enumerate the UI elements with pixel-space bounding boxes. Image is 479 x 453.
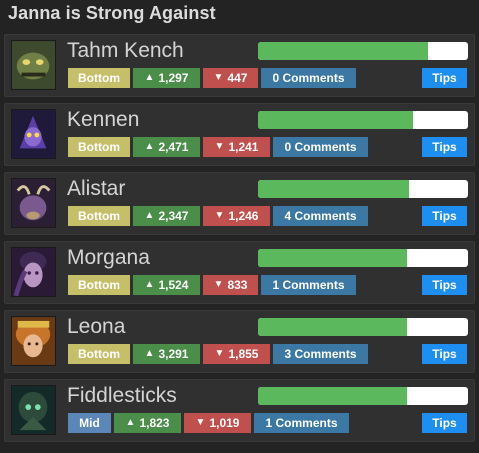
downvote-count: 1,241: [228, 140, 259, 154]
lane-badge[interactable]: Bottom: [68, 344, 130, 364]
rating-bar-fill: [258, 180, 410, 198]
rating-bar: [258, 42, 468, 60]
lane-label: Bottom: [78, 278, 120, 292]
rating-bar-fill: [258, 387, 408, 405]
upvote-count: 2,471: [158, 140, 189, 154]
champion-name[interactable]: Kennen: [67, 108, 139, 132]
rating-bar-fill: [258, 318, 408, 336]
lane-label: Bottom: [78, 71, 120, 85]
chevron-up-icon: ▲: [144, 72, 155, 83]
upvote-button[interactable]: ▲ 1,297: [133, 68, 200, 88]
lane-badge[interactable]: Bottom: [68, 137, 130, 157]
upvote-count: 1,823: [139, 416, 170, 430]
chevron-up-icon: ▲: [144, 348, 155, 359]
chevron-down-icon: ▼: [214, 348, 225, 359]
counter-card: Tahm Kench Bottom ▲ 1,297 ▼ 447 0 Comments…: [4, 34, 475, 97]
downvote-button[interactable]: ▼ 447: [203, 68, 258, 88]
chevron-down-icon: ▼: [214, 210, 225, 221]
tips-button[interactable]: Tips: [422, 206, 467, 226]
downvote-button[interactable]: ▼ 1,241: [203, 137, 270, 157]
comments-button[interactable]: 1 Comments: [254, 413, 349, 433]
downvote-button[interactable]: ▼ 1,246: [203, 206, 270, 226]
lane-badge[interactable]: Mid: [68, 413, 111, 433]
counter-card: Alistar Bottom ▲ 2,347 ▼ 1,246 4 Comments …: [4, 172, 475, 235]
downvote-button[interactable]: ▼ 833: [203, 275, 258, 295]
upvote-button[interactable]: ▲ 2,347: [133, 206, 200, 226]
champion-portrait[interactable]: [11, 385, 56, 435]
tips-button[interactable]: Tips: [422, 413, 467, 433]
champion-portrait[interactable]: [11, 316, 56, 366]
rating-bar: [258, 111, 468, 129]
champion-portrait[interactable]: [11, 178, 56, 228]
rating-bar: [258, 249, 468, 267]
upvote-count: 2,347: [158, 209, 189, 223]
champion-name[interactable]: Tahm Kench: [67, 39, 184, 63]
upvote-button[interactable]: ▲ 1,823: [114, 413, 181, 433]
champion-name[interactable]: Fiddlesticks: [67, 384, 177, 408]
counter-card: Morgana Bottom ▲ 1,524 ▼ 833 1 Comments Ti…: [4, 241, 475, 304]
comments-button[interactable]: 0 Comments: [273, 137, 368, 157]
rating-bar-fill: [258, 42, 429, 60]
counter-card: Fiddlesticks Mid ▲ 1,823 ▼ 1,019 1 Comment…: [4, 379, 475, 442]
comments-button[interactable]: 1 Comments: [261, 275, 356, 295]
upvote-button[interactable]: ▲ 3,291: [133, 344, 200, 364]
lane-label: Mid: [79, 416, 100, 430]
counter-card: Kennen Bottom ▲ 2,471 ▼ 1,241 0 Comments T…: [4, 103, 475, 166]
comments-button[interactable]: 0 Comments: [261, 68, 356, 88]
champion-portrait[interactable]: [11, 247, 56, 297]
chevron-down-icon: ▼: [195, 417, 206, 428]
chevron-up-icon: ▲: [144, 210, 155, 221]
chevron-down-icon: ▼: [213, 72, 224, 83]
upvote-count: 1,524: [158, 278, 189, 292]
page-title: Janna is Strong Against: [8, 3, 216, 23]
lane-badge[interactable]: Bottom: [68, 206, 130, 226]
rating-bar: [258, 318, 468, 336]
downvote-button[interactable]: ▼ 1,019: [184, 413, 251, 433]
lane-badge[interactable]: Bottom: [68, 68, 130, 88]
champion-name[interactable]: Morgana: [67, 246, 150, 270]
champion-portrait[interactable]: [11, 40, 56, 90]
downvote-count: 1,019: [209, 416, 240, 430]
tips-button[interactable]: Tips: [422, 137, 467, 157]
downvote-count: 833: [227, 278, 248, 292]
upvote-count: 1,297: [158, 71, 189, 85]
rating-bar: [258, 180, 468, 198]
lane-badge[interactable]: Bottom: [68, 275, 130, 295]
comments-button[interactable]: 4 Comments: [273, 206, 368, 226]
chevron-up-icon: ▲: [144, 141, 155, 152]
upvote-count: 3,291: [158, 347, 189, 361]
lane-label: Bottom: [78, 140, 120, 154]
chevron-up-icon: ▲: [125, 417, 136, 428]
downvote-button[interactable]: ▼ 1,855: [203, 344, 270, 364]
chevron-up-icon: ▲: [144, 279, 155, 290]
chevron-down-icon: ▼: [213, 279, 224, 290]
champion-name[interactable]: Leona: [67, 315, 125, 339]
upvote-button[interactable]: ▲ 1,524: [133, 275, 200, 295]
upvote-button[interactable]: ▲ 2,471: [133, 137, 200, 157]
downvote-count: 447: [227, 71, 248, 85]
rating-bar-fill: [258, 111, 414, 129]
counter-list: Tahm Kench Bottom ▲ 1,297 ▼ 447 0 Comments…: [4, 34, 475, 448]
rating-bar: [258, 387, 468, 405]
downvote-count: 1,855: [228, 347, 259, 361]
counter-card: Leona Bottom ▲ 3,291 ▼ 1,855 3 Comments Ti…: [4, 310, 475, 373]
champion-name[interactable]: Alistar: [67, 177, 125, 201]
rating-bar-fill: [258, 249, 408, 267]
lane-label: Bottom: [78, 209, 120, 223]
tips-button[interactable]: Tips: [422, 344, 467, 364]
tips-button[interactable]: Tips: [422, 275, 467, 295]
lane-label: Bottom: [78, 347, 120, 361]
comments-button[interactable]: 3 Comments: [273, 344, 368, 364]
tips-button[interactable]: Tips: [422, 68, 467, 88]
champion-portrait[interactable]: [11, 109, 56, 159]
downvote-count: 1,246: [228, 209, 259, 223]
chevron-down-icon: ▼: [214, 141, 225, 152]
